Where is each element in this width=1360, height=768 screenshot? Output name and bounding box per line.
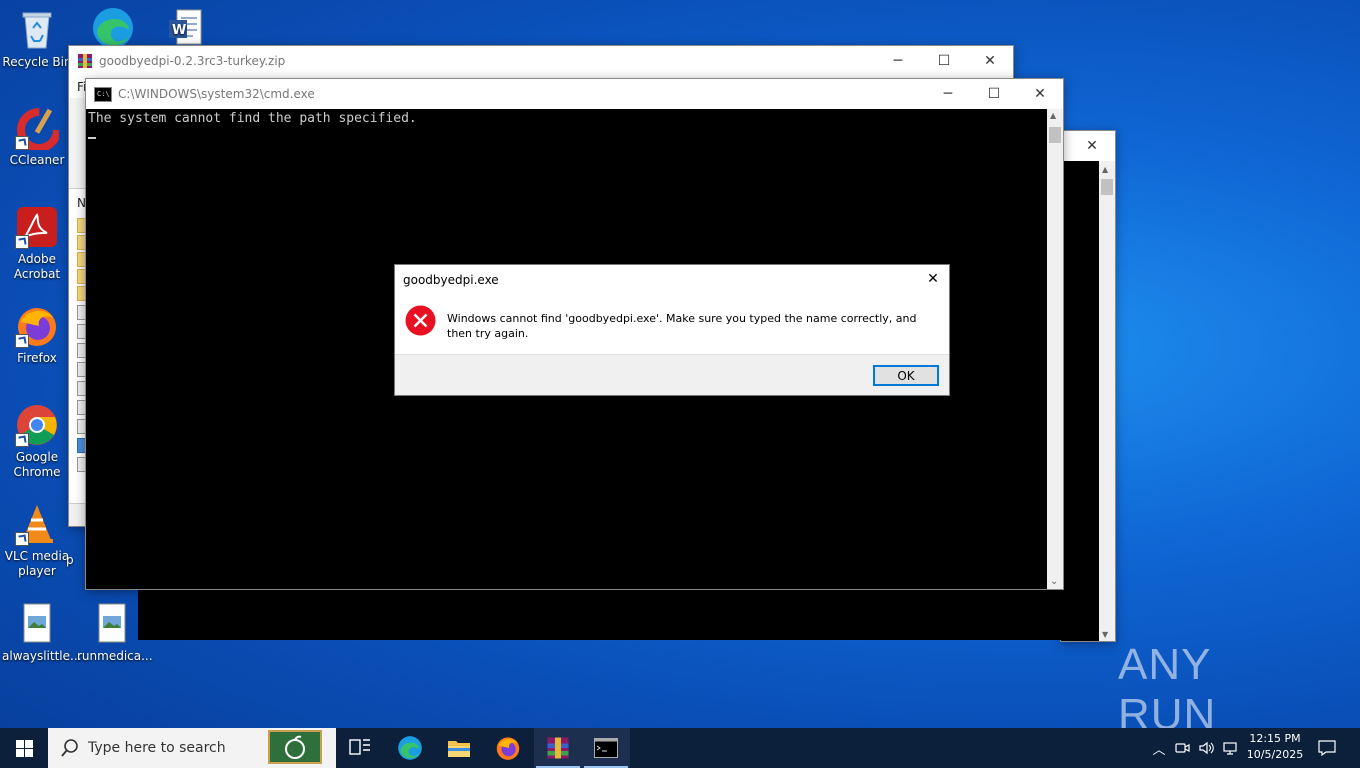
maximize-icon[interactable]: ☐ — [921, 46, 967, 76]
cmd-output-line: The system cannot find the path specifie… — [88, 111, 417, 126]
taskbar-edge[interactable] — [386, 728, 434, 768]
close-icon[interactable]: ✕ — [967, 46, 1013, 76]
search-icon — [60, 738, 80, 758]
adobe-acrobat-icon — [15, 205, 59, 249]
desktop-icon-label: alwayslittle... — [2, 649, 82, 663]
desktop-icon-ccleaner[interactable]: CCleaner — [2, 106, 72, 168]
recycle-bin-icon — [15, 8, 59, 52]
desktop-icon-alwayslittle[interactable]: alwayslittle... — [2, 602, 82, 664]
clock-time: 12:15 PM — [1249, 732, 1301, 745]
dialog-title: goodbyedpi.exe — [403, 273, 499, 287]
background-console-body — [1061, 161, 1099, 641]
desktop-icon-label: VLC media player — [4, 549, 70, 578]
ccleaner-icon — [15, 106, 61, 152]
taskbar-firefox[interactable] — [484, 728, 532, 768]
close-icon[interactable]: ✕ — [1017, 79, 1063, 109]
shortcut-arrow-icon — [15, 532, 29, 546]
clock[interactable]: 12:15 PM 10/5/2025 — [1244, 731, 1306, 765]
taskbar-cmd[interactable] — [582, 728, 630, 768]
minimize-icon[interactable]: ─ — [875, 46, 921, 76]
background-console-lower-body — [138, 588, 1098, 640]
svg-text:W: W — [172, 23, 186, 38]
search-placeholder: Type here to search — [88, 740, 226, 756]
shortcut-arrow-icon — [15, 235, 29, 249]
cmd-window-title: C:\WINDOWS\system32\cmd.exe — [118, 87, 315, 101]
cmd-cursor — [88, 137, 96, 139]
edge-icon — [91, 6, 135, 50]
firefox-icon — [15, 304, 59, 348]
tray-chevron-icon[interactable]: ︿ — [1150, 738, 1168, 758]
close-icon[interactable]: ✕ — [1069, 131, 1115, 161]
network-icon[interactable] — [1220, 738, 1240, 758]
desktop-icon-adobe-acrobat[interactable]: Adobe Acrobat — [2, 205, 72, 282]
winrar-app-icon — [77, 53, 93, 69]
task-view-button[interactable] — [336, 728, 384, 768]
cmd-titlebar[interactable]: C:\ C:\WINDOWS\system32\cmd.exe ─ ☐ ✕ — [86, 79, 1063, 109]
vertical-scrollbar[interactable]: ▲ ▼ — [1099, 161, 1115, 641]
desktop-icon-label: Recycle Bin — [2, 55, 72, 69]
background-console-titlebar[interactable]: ✕ — [1061, 131, 1115, 161]
taskbar-file-explorer[interactable] — [435, 728, 483, 768]
shortcut-arrow-icon — [15, 136, 29, 150]
taskbar-search-box[interactable]: Type here to search — [48, 728, 336, 768]
desktop-icon-firefox[interactable]: Firefox — [2, 304, 72, 366]
scroll-up-arrow-icon[interactable]: ▲ — [1050, 111, 1056, 120]
search-highlight-icon — [268, 730, 322, 764]
windows-logo-icon — [15, 739, 33, 757]
scrollbar-thumb[interactable] — [1049, 127, 1061, 143]
minimize-icon[interactable]: ─ — [925, 79, 971, 109]
taskbar-winrar[interactable] — [534, 728, 582, 768]
desktop-icon-runmedica[interactable]: runmedica... — [77, 602, 153, 664]
desktop-icon-label: Google Chrome — [13, 450, 61, 479]
desktop-icon-label: runmedica... — [77, 649, 153, 663]
background-console-window[interactable]: ✕ ▲ ▼ — [1060, 130, 1116, 642]
image-file-icon — [15, 602, 59, 646]
shortcut-arrow-icon — [15, 433, 29, 447]
desktop-icon-google-chrome[interactable]: Google Chrome — [2, 403, 72, 480]
clock-date: 10/5/2025 — [1246, 748, 1304, 761]
chrome-icon — [15, 403, 59, 447]
meet-now-icon[interactable] — [1172, 738, 1192, 758]
watermark-text: ANY RUN — [1118, 640, 1217, 739]
shortcut-arrow-icon — [15, 334, 29, 348]
winrar-titlebar[interactable]: goodbyedpi-0.2.3rc3-turkey.zip ─ ☐ ✕ — [69, 46, 1013, 76]
desktop-icon-label: Adobe Acrobat — [13, 252, 61, 281]
anyrun-watermark: ANY RUN — [1118, 640, 1318, 739]
ok-button[interactable]: OK — [873, 365, 939, 386]
word-document-icon: W — [163, 6, 207, 50]
task-view-icon — [349, 739, 370, 755]
maximize-icon[interactable]: ☐ — [971, 79, 1017, 109]
dialog-button-area: OK — [395, 354, 949, 395]
vlc-cone-icon — [15, 502, 59, 546]
desktop-icon-recycle-bin[interactable]: Recycle Bin — [2, 8, 72, 70]
image-file-icon — [90, 602, 134, 646]
error-icon — [405, 305, 436, 336]
desktop-icon-label: Firefox — [17, 351, 57, 365]
firefox-icon — [496, 737, 520, 760]
close-icon[interactable]: ✕ — [923, 269, 943, 289]
edge-icon — [398, 736, 422, 760]
vertical-scrollbar[interactable]: ▲ ⌄ — [1047, 109, 1063, 589]
desktop-icon-label: CCleaner — [9, 153, 65, 167]
winrar-icon — [547, 737, 569, 759]
desktop-icon-vlc[interactable]: VLC media player — [2, 502, 72, 579]
scroll-down-arrow-icon[interactable]: ⌄ — [1050, 576, 1058, 587]
notification-center-icon[interactable] — [1316, 738, 1338, 758]
desktop-icon-partial[interactable]: p — [66, 553, 86, 568]
desktop-icon-label: p — [66, 553, 74, 567]
dialog-message: Windows cannot find 'goodbyedpi.exe'. Ma… — [447, 312, 917, 340]
error-dialog[interactable]: goodbyedpi.exe ✕ Windows cannot find 'go… — [394, 264, 950, 396]
volume-icon[interactable] — [1196, 738, 1216, 758]
command-prompt-icon — [594, 738, 618, 758]
winrar-window-title: goodbyedpi-0.2.3rc3-turkey.zip — [99, 54, 286, 68]
folder-icon — [448, 741, 470, 757]
cmd-app-icon: C:\ — [94, 86, 112, 102]
start-button[interactable] — [0, 728, 48, 768]
